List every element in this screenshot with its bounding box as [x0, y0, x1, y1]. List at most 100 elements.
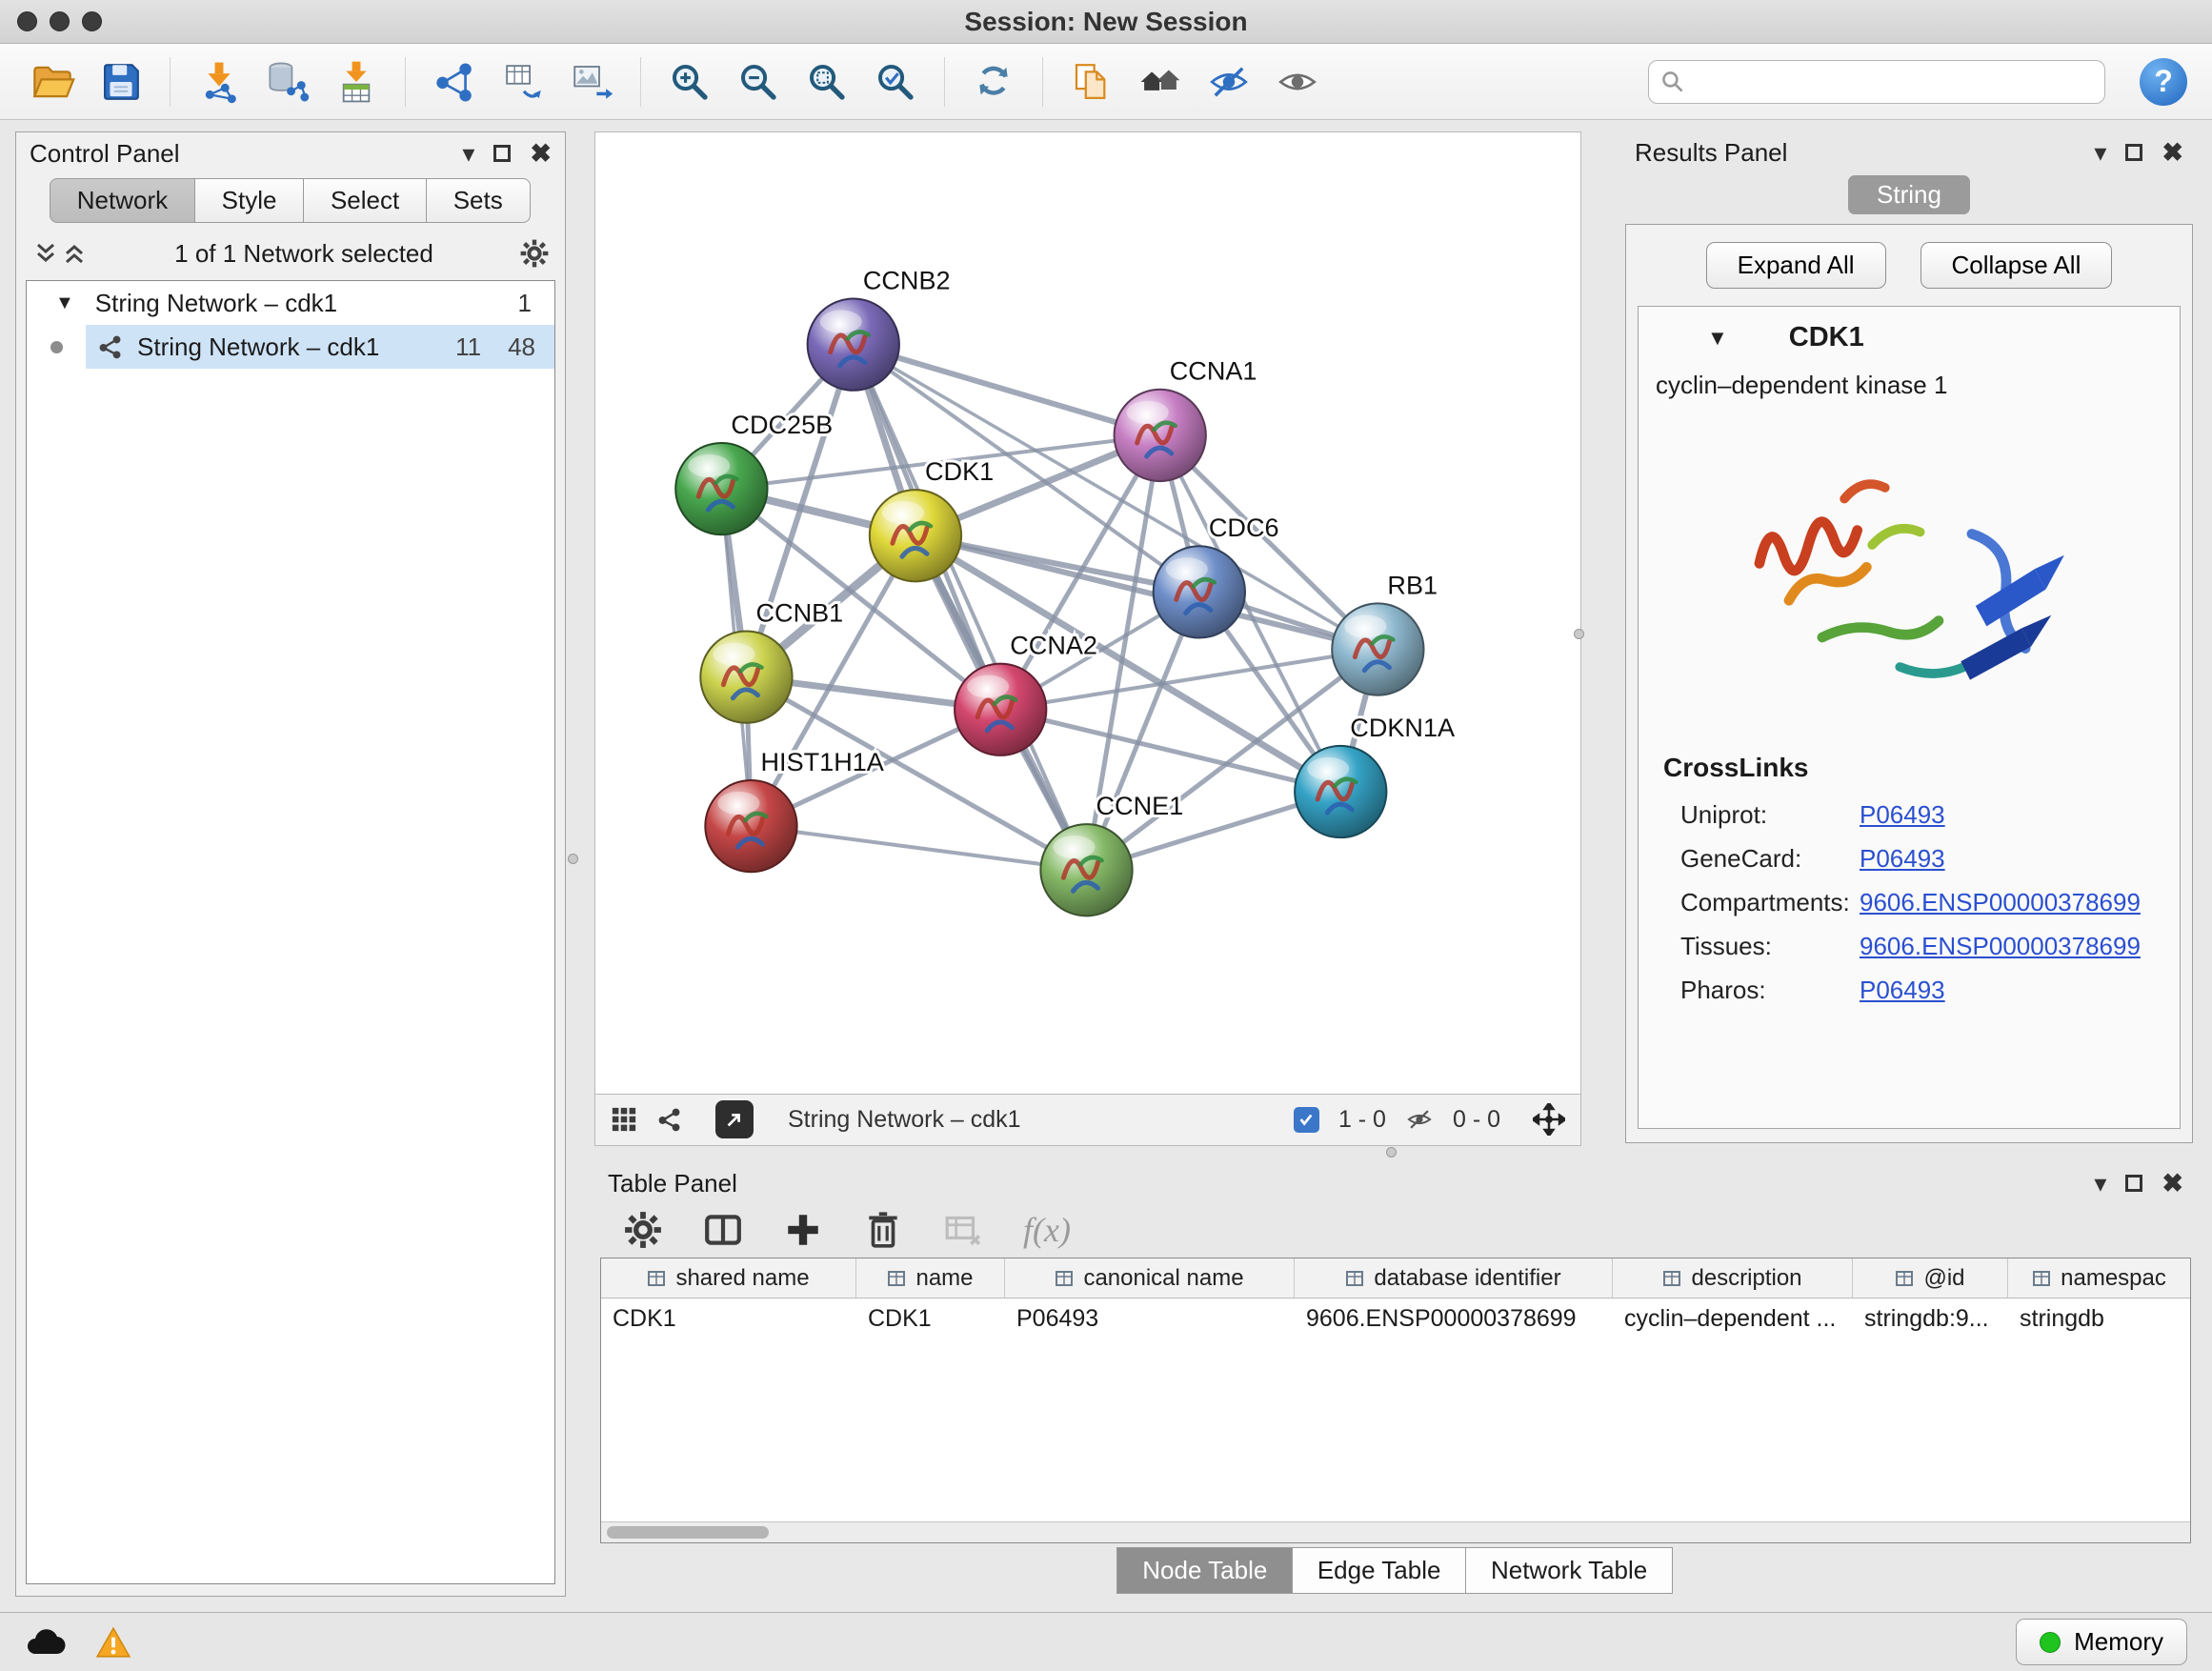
import-network-database-button[interactable] — [260, 54, 315, 110]
tab-style[interactable]: Style — [194, 178, 305, 223]
refresh-button[interactable] — [966, 54, 1021, 110]
window-zoom-button[interactable] — [82, 11, 102, 31]
network-row[interactable]: String Network – cdk1 11 48 — [27, 325, 554, 369]
expand-all-icon[interactable] — [60, 239, 89, 268]
table-cell[interactable]: stringdb:9... — [1853, 1299, 2008, 1339]
hidden-eye-slash-icon[interactable] — [1405, 1105, 1434, 1134]
table-cell[interactable]: P06493 — [1005, 1299, 1295, 1339]
window-close-button[interactable] — [17, 11, 37, 31]
import-table-file-button[interactable] — [329, 54, 384, 110]
panel-float-icon[interactable] — [493, 145, 511, 162]
open-session-button[interactable] — [25, 54, 80, 110]
grid-view-icon[interactable] — [611, 1106, 637, 1133]
search-input[interactable] — [1695, 68, 2093, 95]
column-header--id[interactable]: @id — [1853, 1258, 2008, 1298]
zoom-selected-button[interactable] — [868, 54, 923, 110]
gene-collapse-icon[interactable]: ▼ — [1707, 326, 1728, 351]
expand-all-button[interactable]: Expand All — [1706, 242, 1886, 289]
network-node-HIST1H1A[interactable]: HIST1H1A — [705, 747, 884, 872]
panel-minimize-icon[interactable]: ▾ — [462, 141, 474, 166]
add-column-icon[interactable] — [783, 1210, 823, 1250]
column-header-description[interactable]: description — [1613, 1258, 1853, 1298]
pan-crosshair-icon[interactable] — [1533, 1103, 1565, 1136]
crosslink-value-link[interactable]: P06493 — [1860, 800, 1945, 830]
panel-float-icon[interactable] — [2125, 144, 2142, 161]
panel-close-icon[interactable]: ✖ — [2162, 1171, 2183, 1197]
network-edge-CCNB2-CCNA1[interactable] — [854, 345, 1160, 435]
network-node-CDC25B[interactable]: CDC25B — [675, 410, 833, 534]
show-columns-icon[interactable] — [703, 1210, 743, 1250]
column-header-shared-name[interactable]: shared name — [601, 1258, 856, 1298]
function-builder-button[interactable]: f(x) — [1023, 1210, 1071, 1250]
tab-network[interactable]: Network — [50, 178, 195, 223]
table-horizontal-scrollbar[interactable] — [601, 1521, 2190, 1542]
gear-icon[interactable] — [519, 238, 550, 269]
tree-expand-icon[interactable]: ▼ — [55, 292, 74, 314]
warning-icon[interactable] — [95, 1626, 131, 1659]
network-collection-row[interactable]: ▼ String Network – cdk1 1 — [27, 281, 554, 325]
save-session-button[interactable] — [93, 54, 149, 110]
column-header-database-identifier[interactable]: database identifier — [1295, 1258, 1613, 1298]
scrollbar-thumb[interactable] — [607, 1526, 769, 1539]
table-cell[interactable]: stringdb — [2008, 1299, 2190, 1339]
crosslink-value-link[interactable]: 9606.ENSP00000378699 — [1860, 932, 2141, 961]
network-node-CCNA1[interactable]: CCNA1 — [1115, 356, 1257, 481]
gene-section-header[interactable]: ▼ CDK1 — [1639, 307, 2180, 363]
panel-close-icon[interactable]: ✖ — [2162, 140, 2183, 166]
hide-selected-button[interactable] — [1201, 54, 1257, 110]
column-header-canonical-name[interactable]: canonical name — [1005, 1258, 1295, 1298]
crosslink-value-link[interactable]: P06493 — [1860, 976, 1945, 1005]
splitter-handle[interactable] — [568, 854, 578, 864]
panel-float-icon[interactable] — [2125, 1175, 2142, 1192]
network-from-table-button[interactable] — [495, 54, 551, 110]
open-external-button[interactable] — [715, 1100, 754, 1138]
panel-close-icon[interactable]: ✖ — [530, 141, 552, 167]
zoom-out-button[interactable] — [731, 54, 786, 110]
zoom-in-button[interactable] — [662, 54, 717, 110]
memory-button[interactable]: Memory — [2016, 1619, 2187, 1665]
tab-node-table[interactable]: Node Table — [1116, 1547, 1293, 1594]
table-cell[interactable]: CDK1 — [856, 1299, 1005, 1339]
import-network-file-button[interactable] — [191, 54, 247, 110]
network-node-CCNE1[interactable]: CCNE1 — [1040, 791, 1183, 916]
crosslink-value-link[interactable]: P06493 — [1860, 844, 1945, 874]
network-node-CDK1[interactable]: CDK1 — [870, 456, 994, 581]
splitter-handle[interactable] — [1386, 1147, 1397, 1158]
network-node-RB1[interactable]: RB1 — [1332, 570, 1438, 695]
search-box[interactable] — [1648, 60, 2105, 104]
table-cell[interactable]: CDK1 — [601, 1299, 856, 1339]
show-all-button[interactable] — [1270, 54, 1325, 110]
network-node-CCNB2[interactable]: CCNB2 — [808, 265, 951, 390]
network-canvas[interactable]: CCNB2CCNA1CDC25BCDK1CDC6RB1CCNB1CCNA2CDK… — [595, 132, 1580, 1094]
network-node-CDKN1A[interactable]: CDKN1A — [1295, 713, 1455, 837]
cloud-icon[interactable] — [25, 1627, 67, 1658]
delete-column-icon[interactable] — [863, 1210, 903, 1250]
column-header-name[interactable]: name — [856, 1258, 1005, 1298]
results-tab-string[interactable]: String — [1848, 175, 1970, 214]
share-view-icon[interactable] — [656, 1106, 683, 1133]
table-cell[interactable]: cyclin–dependent ... — [1613, 1299, 1853, 1339]
collapse-all-button[interactable]: Collapse All — [1920, 242, 2113, 289]
new-network-button[interactable] — [427, 54, 482, 110]
panel-minimize-icon[interactable]: ▾ — [2094, 140, 2106, 165]
help-button[interactable]: ? — [2140, 58, 2187, 106]
home-button[interactable] — [1133, 54, 1188, 110]
zoom-fit-button[interactable] — [799, 54, 855, 110]
network-edge-CCNE1-HIST1H1A[interactable] — [751, 826, 1086, 870]
tab-edge-table[interactable]: Edge Table — [1292, 1547, 1467, 1594]
table-cell[interactable]: 9606.ENSP00000378699 — [1295, 1299, 1613, 1339]
panel-minimize-icon[interactable]: ▾ — [2094, 1171, 2106, 1196]
copy-document-button[interactable] — [1064, 54, 1119, 110]
crosslink-value-link[interactable]: 9606.ENSP00000378699 — [1860, 888, 2141, 917]
collapse-all-icon[interactable] — [31, 239, 60, 268]
tab-select[interactable]: Select — [303, 178, 427, 223]
export-image-button[interactable] — [564, 54, 619, 110]
table-row[interactable]: CDK1CDK1P064939606.ENSP00000378699cyclin… — [601, 1299, 2190, 1339]
network-edge-CCNB2-CCNE1[interactable] — [854, 345, 1087, 871]
column-header-namespac[interactable]: namespac — [2008, 1258, 2190, 1298]
splitter-handle[interactable] — [1574, 629, 1584, 639]
tab-network-table[interactable]: Network Table — [1465, 1547, 1673, 1594]
window-minimize-button[interactable] — [50, 11, 70, 31]
table-settings-gear-icon[interactable] — [623, 1210, 663, 1250]
selected-checkbox-icon[interactable] — [1294, 1107, 1319, 1133]
